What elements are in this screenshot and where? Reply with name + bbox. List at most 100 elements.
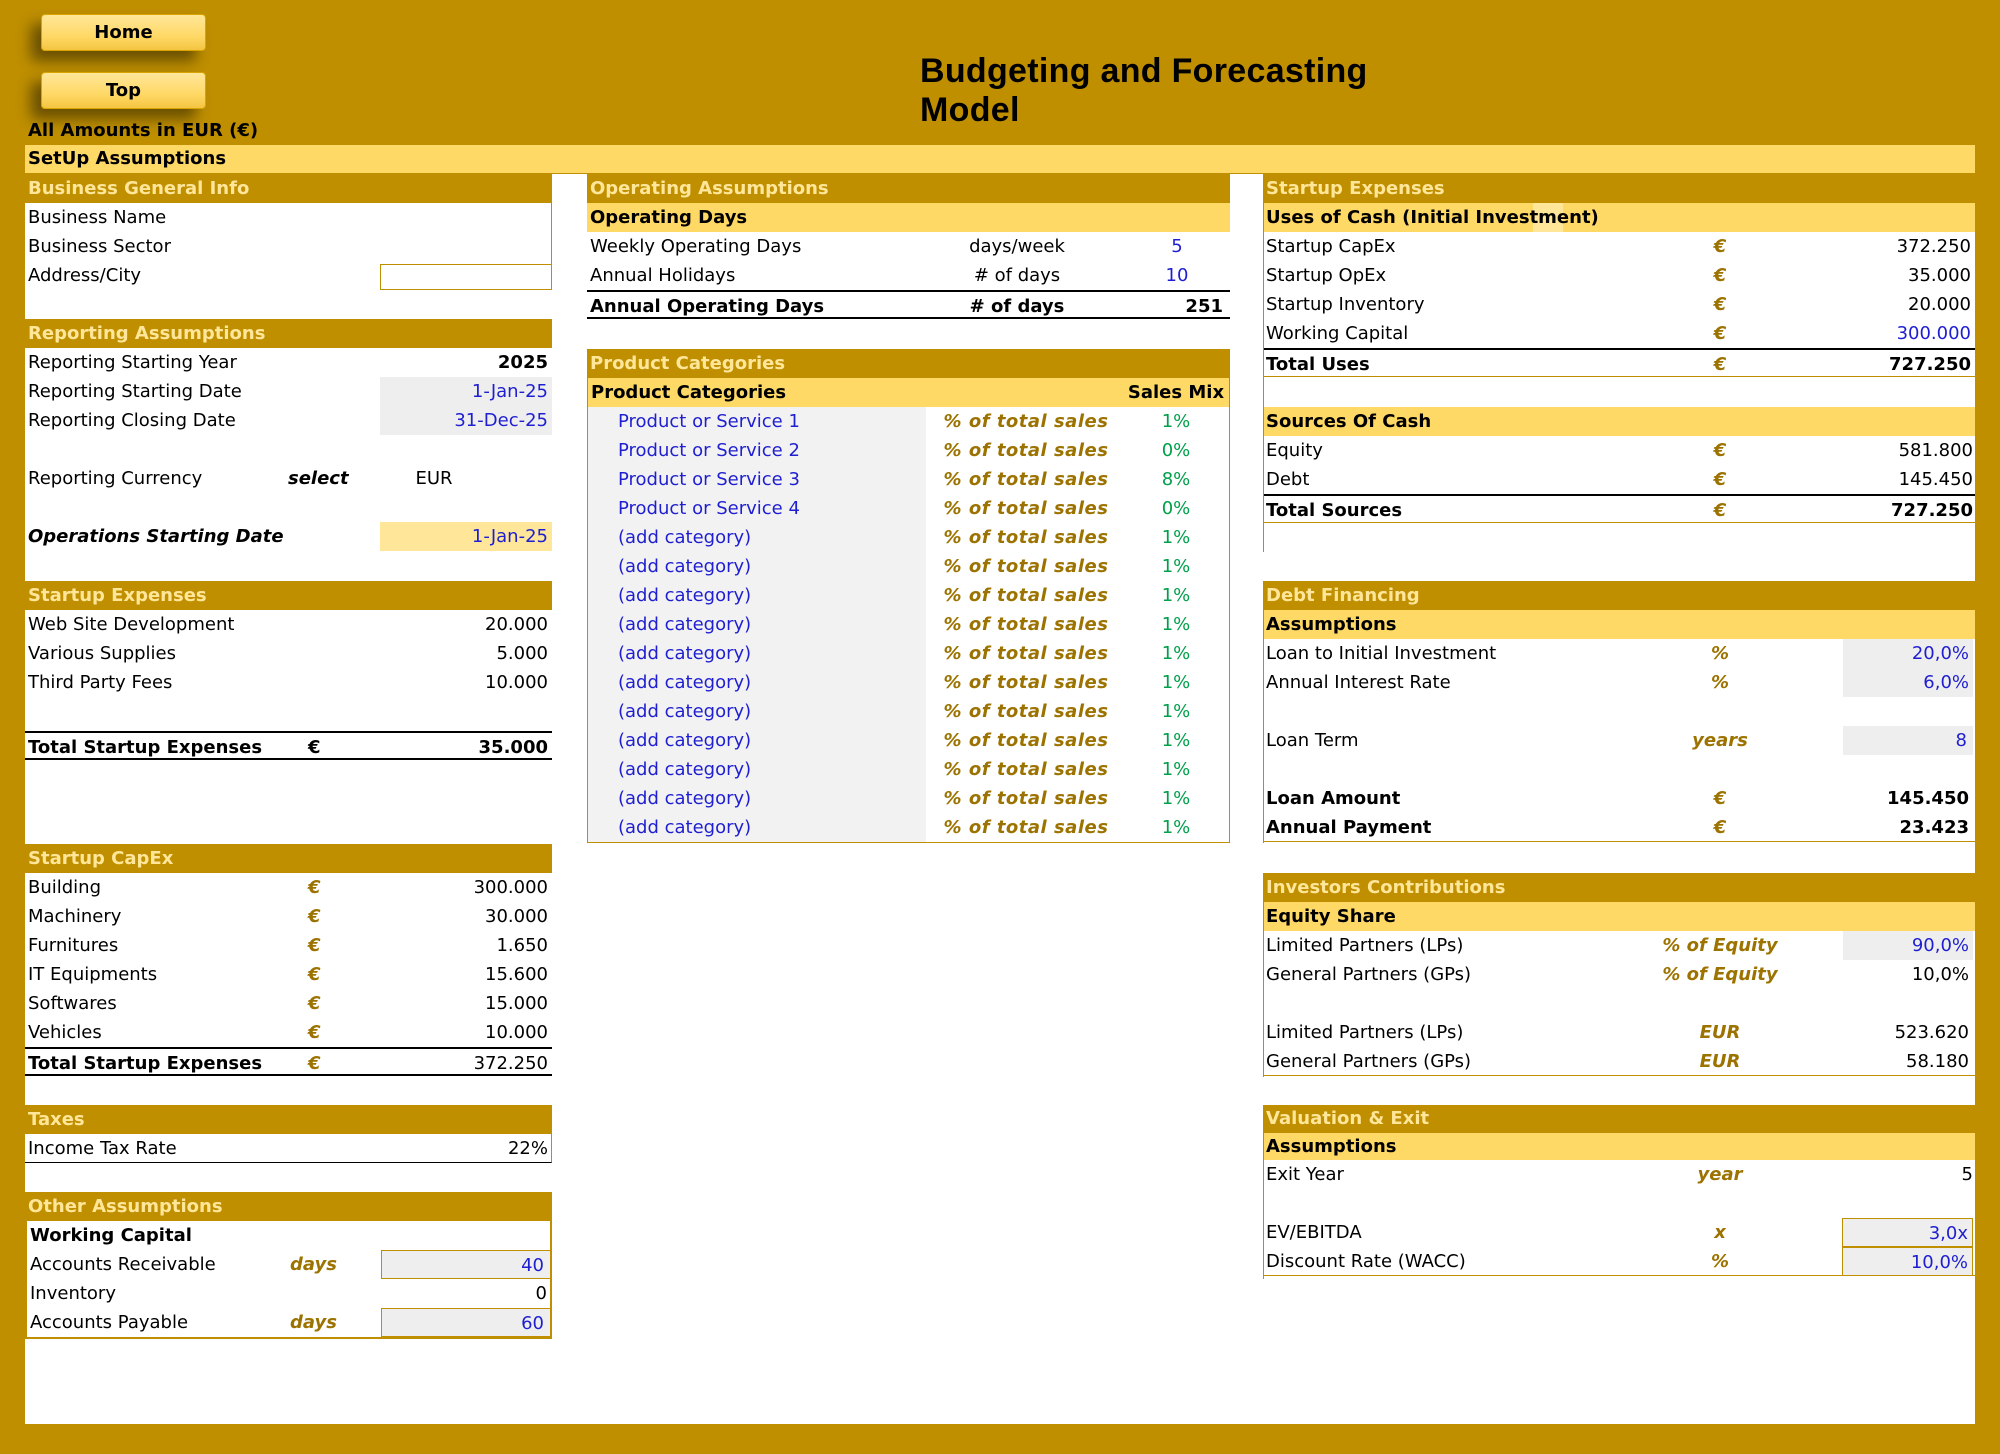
reporting-currency-row: Reporting Currency select EUR <box>25 464 552 493</box>
euro-icon: € <box>308 935 321 956</box>
row-label: Annual Interest Rate <box>1266 672 1451 693</box>
category-name-input[interactable]: (add category) <box>588 523 926 552</box>
ev-ebitda-input[interactable]: 3,0x <box>1842 1218 1973 1247</box>
taxes-section: Taxes Income Tax Rate 22% <box>25 1105 552 1163</box>
home-button[interactable]: Home <box>41 14 206 51</box>
interest-rate-input[interactable]: 6,0% <box>1843 668 1973 697</box>
exit-year-value[interactable]: 5 <box>1843 1160 1973 1189</box>
capex-value[interactable]: 30.000 <box>380 902 548 931</box>
total-value: 727.250 <box>1891 500 1973 521</box>
category-name-input[interactable]: Product or Service 2 <box>588 436 926 465</box>
unit-label: days <box>290 1254 337 1275</box>
sales-mix-value[interactable]: 1% <box>1126 697 1226 726</box>
top-button[interactable]: Top <box>41 72 206 109</box>
category-name-input[interactable]: Product or Service 1 <box>588 407 926 436</box>
sales-mix-value[interactable]: 1% <box>1126 407 1226 436</box>
accounts-receivable-input[interactable]: 40 <box>381 1250 551 1279</box>
wacc-input[interactable]: 10,0% <box>1842 1247 1973 1276</box>
category-name-input[interactable]: Product or Service 4 <box>588 494 926 523</box>
unit-label: % of total sales <box>943 614 1109 635</box>
category-name-input[interactable]: (add category) <box>588 610 926 639</box>
product-table-header: Product Categories Sales Mix <box>588 378 1229 407</box>
unit-label: % of total sales <box>943 817 1109 838</box>
row-label: Various Supplies <box>28 643 177 664</box>
sales-mix-value[interactable]: 1% <box>1126 784 1226 813</box>
sales-mix-value[interactable]: 1% <box>1126 581 1226 610</box>
sales-mix-value[interactable]: 1% <box>1126 755 1226 784</box>
weekly-days-input[interactable]: 5 <box>1127 232 1227 261</box>
unit-label: EUR <box>1699 1051 1741 1072</box>
address-city-input[interactable] <box>380 264 552 290</box>
interest-rate-row: Annual Interest Rate % 6,0% <box>1263 668 1975 697</box>
unit-label: % of total sales <box>943 440 1109 461</box>
expense-value[interactable]: 10.000 <box>380 668 548 697</box>
row-label: Total Startup Expenses <box>28 1053 263 1074</box>
uses-value[interactable]: 20.000 <box>1793 290 1971 319</box>
unit-label: # of days <box>973 265 1061 286</box>
category-name-input[interactable]: (add category) <box>588 581 926 610</box>
lp-amount-row: Limited Partners (LPs) EUR 523.620 <box>1263 1018 1975 1047</box>
category-name-input[interactable]: (add category) <box>588 639 926 668</box>
capex-value[interactable]: 300.000 <box>380 873 548 902</box>
sales-mix-value[interactable]: 1% <box>1126 610 1226 639</box>
sales-mix-value[interactable]: 0% <box>1126 436 1226 465</box>
loan-term-input[interactable]: 8 <box>1843 726 1973 755</box>
row-label: EV/EBITDA <box>1266 1222 1362 1243</box>
start-date-input[interactable]: 1-Jan-25 <box>380 377 552 406</box>
product-category-row: (add category) % of total sales 1% <box>588 581 1229 610</box>
product-category-row: (add category) % of total sales 1% <box>588 726 1229 755</box>
uses-row: Startup CapEx € 372.250 <box>1263 232 1975 261</box>
unit-label: % of total sales <box>943 498 1109 519</box>
lp-share-input[interactable]: 90,0% <box>1843 931 1973 960</box>
euro-icon: € <box>1713 294 1727 315</box>
row-label: Annual Operating Days <box>590 296 825 317</box>
working-capital-input[interactable]: 300.000 <box>1793 319 1971 348</box>
holidays-input[interactable]: 10 <box>1127 261 1227 290</box>
category-name-input[interactable]: (add category) <box>588 755 926 784</box>
category-name-input[interactable]: (add category) <box>588 813 926 842</box>
row-label: Startup CapEx <box>1266 236 1396 257</box>
sales-mix-value[interactable]: 1% <box>1126 813 1226 842</box>
sales-mix-value[interactable]: 1% <box>1126 668 1226 697</box>
capex-value[interactable]: 10.000 <box>380 1018 548 1047</box>
expense-value[interactable]: 20.000 <box>380 610 548 639</box>
sales-mix-value[interactable]: 1% <box>1126 523 1226 552</box>
row-label: Loan Term <box>1266 730 1359 751</box>
sales-mix-value[interactable]: 1% <box>1126 552 1226 581</box>
row-label: Inventory <box>30 1283 116 1304</box>
close-date-input[interactable]: 31-Dec-25 <box>380 406 552 435</box>
expense-value[interactable]: 5.000 <box>380 639 548 668</box>
loan-to-investment-input[interactable]: 20,0% <box>1843 639 1973 668</box>
euro-icon: € <box>308 964 321 985</box>
assumptions-sheet: Business General Info Business Name Busi… <box>25 174 1975 1424</box>
unit-label: days/week <box>969 236 1065 257</box>
sales-mix-value[interactable]: 1% <box>1126 639 1226 668</box>
category-name-input[interactable]: (add category) <box>588 697 926 726</box>
row-label: Web Site Development <box>28 614 235 635</box>
category-name-input[interactable]: Product or Service 3 <box>588 465 926 494</box>
unit-label: % of total sales <box>943 527 1109 548</box>
accounts-receivable-row: Accounts Receivable days 40 <box>27 1250 551 1279</box>
category-name-input[interactable]: (add category) <box>588 668 926 697</box>
category-name-input[interactable]: (add category) <box>588 726 926 755</box>
category-name-input[interactable]: (add category) <box>588 784 926 813</box>
startup-expenses-section: Startup Expenses Web Site Development 20… <box>25 581 552 760</box>
operations-start-input[interactable]: 1-Jan-25 <box>380 522 552 551</box>
sales-mix-value[interactable]: 1% <box>1126 726 1226 755</box>
sales-mix-value[interactable]: 0% <box>1126 494 1226 523</box>
sales-mix-value[interactable]: 8% <box>1126 465 1226 494</box>
capex-value[interactable]: 15.000 <box>380 989 548 1018</box>
accounts-payable-input[interactable]: 60 <box>381 1308 551 1337</box>
capex-value[interactable]: 15.600 <box>380 960 548 989</box>
row-label: Reporting Starting Date <box>28 381 242 402</box>
currency-dropdown[interactable]: EUR <box>380 464 488 493</box>
startup-capex-section: Startup CapEx Building € 300.000 Machine… <box>25 844 552 1076</box>
tax-rate-value[interactable]: 22% <box>380 1134 548 1163</box>
inventory-value[interactable]: 0 <box>381 1279 547 1308</box>
product-category-row: (add category) % of total sales 1% <box>588 755 1229 784</box>
capex-value[interactable]: 1.650 <box>380 931 548 960</box>
category-name-input[interactable]: (add category) <box>588 552 926 581</box>
